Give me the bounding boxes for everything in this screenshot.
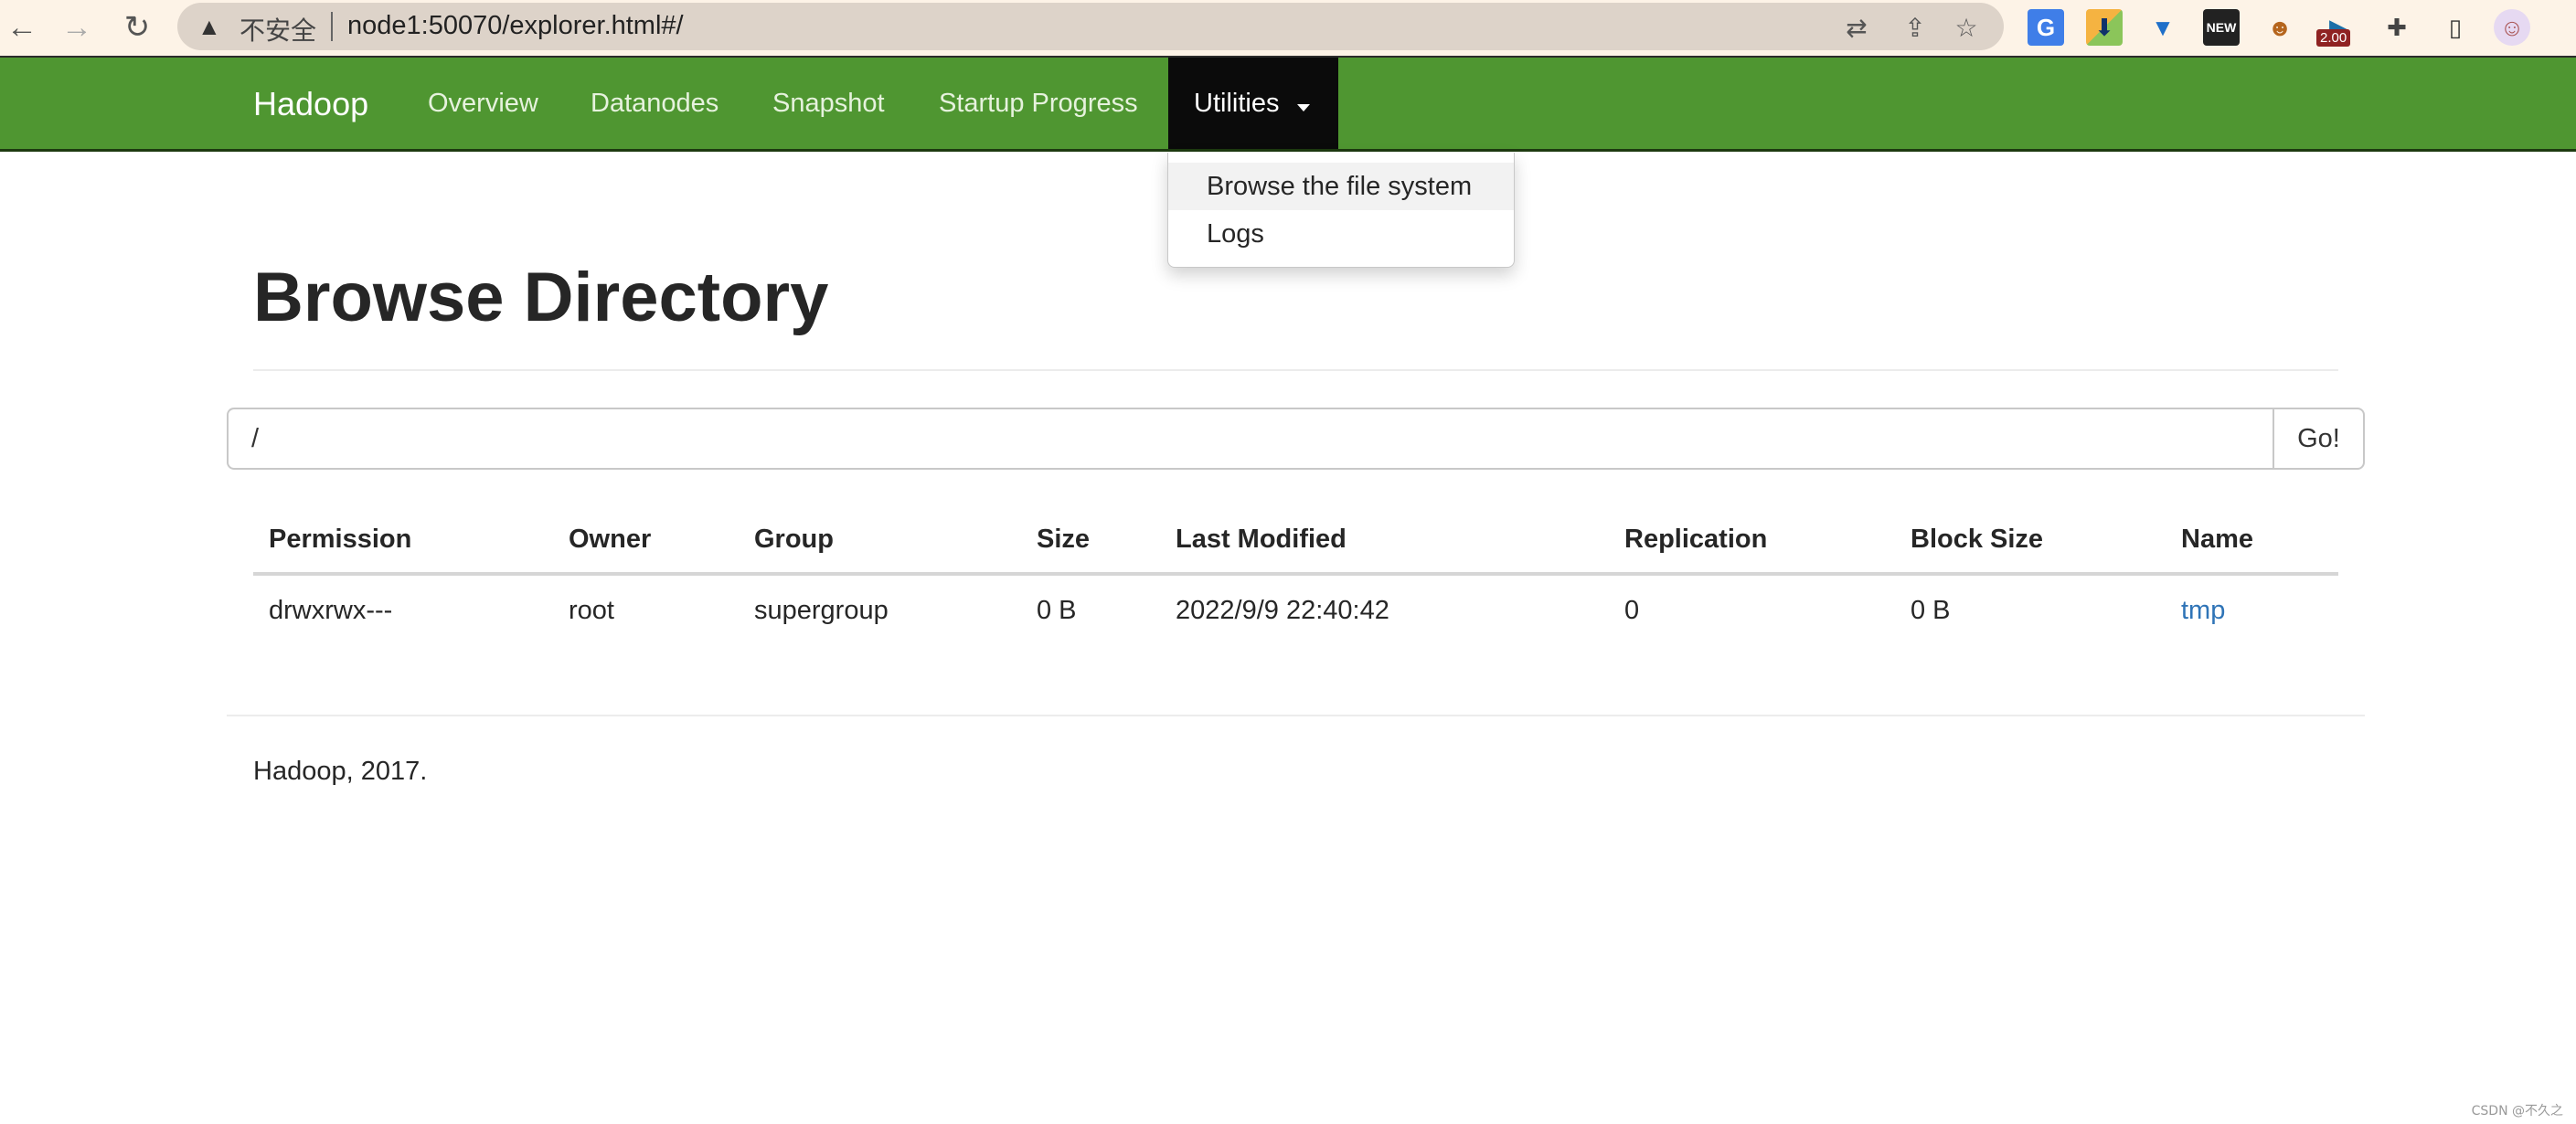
navbar: Hadoop Overview Datanodes Snapshot Start… (0, 58, 2576, 152)
reload-button[interactable]: ↻ (117, 7, 157, 48)
star-icon[interactable]: ☆ (1951, 12, 1982, 43)
header-group[interactable]: Group (754, 525, 834, 555)
path-input-group: Go! (227, 408, 2365, 470)
cell-last-modified: 2022/9/9 22:40:42 (1176, 596, 1389, 625)
cell-permission: drwxrwx--- (269, 596, 393, 625)
utilities-dropdown: Browse the file system Logs (1167, 153, 1515, 268)
menu-item-browse-file-system[interactable]: Browse the file system (1168, 163, 1514, 210)
cell-size: 0 B (1037, 596, 1077, 625)
footer-divider (227, 715, 2365, 716)
caret-down-icon (1297, 104, 1310, 111)
nav-utilities-label: Utilities (1194, 89, 1280, 118)
nav-utilities[interactable]: Utilities (1168, 58, 1338, 149)
header-name[interactable]: Name (2181, 525, 2253, 555)
cell-name-link[interactable]: tmp (2181, 596, 2225, 626)
brand-link[interactable]: Hadoop (253, 85, 368, 123)
header-owner[interactable]: Owner (569, 525, 651, 555)
cell-group: supergroup (754, 596, 889, 625)
address-bar[interactable]: ▲ 不安全 node1:50070/explorer.html#/ ⇄ ⇪ ☆ (177, 3, 2004, 50)
header-divider (253, 572, 2338, 576)
header-permission[interactable]: Permission (269, 525, 411, 555)
new-extension-icon[interactable]: NEW (2203, 9, 2240, 46)
footer-text: Hadoop, 2017. (253, 757, 428, 786)
header-block-size[interactable]: Block Size (1911, 525, 2043, 555)
video-speed-extension-icon[interactable]: ▶ 2.00 (2316, 9, 2357, 47)
separator (331, 12, 333, 41)
nav-datanodes[interactable]: Datanodes (591, 89, 719, 119)
translate-icon[interactable]: ⇄ (1841, 12, 1872, 43)
cell-block-size: 0 B (1911, 596, 1951, 625)
nav-snapshot[interactable]: Snapshot (772, 89, 885, 119)
title-divider (253, 369, 2338, 371)
forward-button[interactable]: → (57, 7, 97, 48)
watermark: CSDN @不久之 (2471, 1104, 2563, 1119)
page-title: Browse Directory (253, 259, 829, 336)
puzzle-icon[interactable]: ✚ (2379, 9, 2415, 46)
header-last-modified[interactable]: Last Modified (1176, 525, 1347, 555)
warning-triangle-icon[interactable]: ▲ (197, 13, 221, 41)
speed-badge: 2.00 (2316, 29, 2351, 47)
tampermonkey-extension-icon[interactable]: ☻ (2262, 9, 2298, 46)
go-button[interactable]: Go! (2273, 409, 2363, 468)
browser-toolbar: ← → ↻ ▲ 不安全 node1:50070/explorer.html#/ … (0, 0, 2576, 58)
share-icon[interactable]: ⇪ (1900, 12, 1931, 43)
cell-owner: root (569, 596, 614, 625)
nav-startup-progress[interactable]: Startup Progress (939, 89, 1138, 119)
path-input[interactable] (229, 409, 2274, 468)
profile-avatar[interactable]: ☺ (2494, 9, 2530, 46)
back-button[interactable]: ← (2, 7, 42, 48)
url-text[interactable]: node1:50070/explorer.html#/ (347, 11, 684, 41)
header-size[interactable]: Size (1037, 525, 1090, 555)
google-translate-extension-icon[interactable]: G (2028, 9, 2064, 46)
side-panel-icon[interactable]: ▯ (2437, 9, 2474, 46)
pin-extension-icon[interactable]: ▼ (2145, 9, 2181, 46)
downloader-extension-icon[interactable]: ⬇ (2086, 9, 2123, 46)
nav-overview[interactable]: Overview (428, 89, 538, 119)
menu-item-logs[interactable]: Logs (1168, 210, 1514, 258)
cell-replication: 0 (1624, 596, 1640, 625)
header-replication[interactable]: Replication (1624, 525, 1767, 555)
security-label[interactable]: 不安全 (240, 11, 316, 48)
